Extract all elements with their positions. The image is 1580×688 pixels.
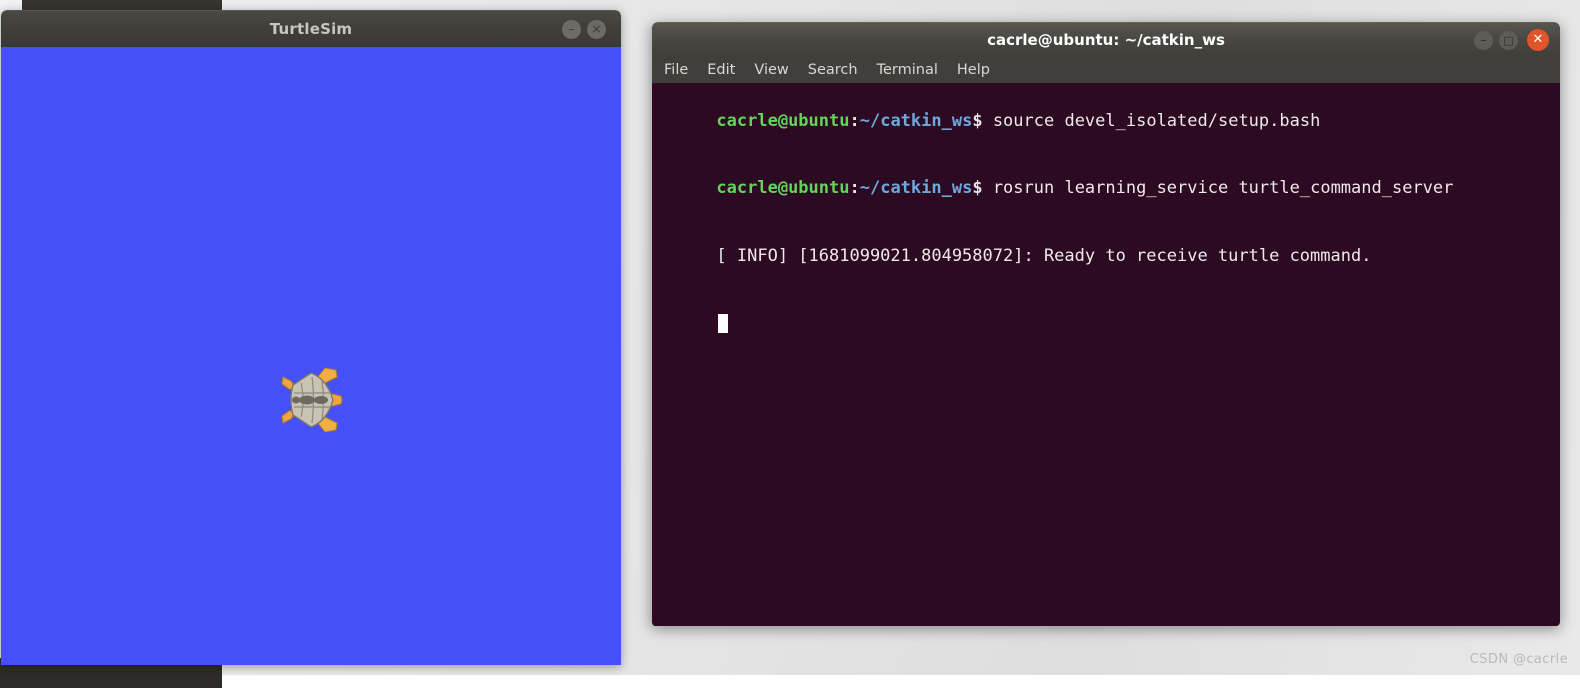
turtle-sprite	[281, 367, 343, 433]
prompt-path: ~/catkin_ws	[859, 110, 973, 131]
terminal-title: cacrle@ubuntu: ~/catkin_ws	[987, 31, 1225, 49]
menu-item-view[interactable]: View	[746, 60, 796, 80]
terminal-cursor	[718, 313, 729, 333]
prompt-colon: :	[849, 110, 860, 131]
terminal-output-area[interactable]: cacrle@ubuntu:~/catkin_ws$ source devel_…	[652, 83, 1560, 626]
minimize-icon[interactable]: –	[562, 20, 581, 39]
terminal-line	[655, 290, 1560, 358]
prompt-dollar: $	[972, 110, 983, 131]
terminal-command-text: source devel_isolated/setup.bash	[982, 110, 1321, 131]
minimize-icon[interactable]: –	[1474, 31, 1493, 50]
prompt-colon: :	[849, 178, 860, 198]
menu-item-terminal[interactable]: Terminal	[869, 60, 946, 80]
menu-item-edit[interactable]: Edit	[699, 60, 743, 80]
turtlesim-canvas[interactable]	[1, 47, 621, 665]
maximize-icon[interactable]: □	[1499, 31, 1518, 50]
turtlesim-title: TurtleSim	[269, 20, 353, 38]
terminal-info-text: [ INFO] [1681099021.804958072]: Ready to…	[716, 245, 1372, 266]
close-icon[interactable]: ✕	[1527, 29, 1549, 51]
menu-item-search[interactable]: Search	[800, 60, 866, 80]
menu-item-file[interactable]: File	[656, 60, 696, 80]
turtlesim-window[interactable]: TurtleSim – ×	[1, 10, 621, 665]
terminal-window[interactable]: cacrle@ubuntu: ~/catkin_ws – □ ✕ File Ed…	[651, 22, 1560, 626]
menu-item-help[interactable]: Help	[949, 60, 998, 80]
prompt-path: ~/catkin_ws	[859, 178, 973, 198]
terminal-command-text: rosrun learning_service turtle_command_s…	[982, 178, 1454, 198]
terminal-line: cacrle@ubuntu:~/catkin_ws$ source devel_…	[655, 87, 1560, 155]
prompt-user-host: cacrle@ubuntu	[716, 110, 850, 131]
terminal-line: cacrle@ubuntu:~/catkin_ws$ rosrun learni…	[655, 155, 1560, 223]
prompt-dollar: $	[972, 178, 983, 198]
terminal-line: [ INFO] [1681099021.804958072]: Ready to…	[655, 222, 1560, 290]
close-icon[interactable]: ×	[587, 20, 606, 39]
watermark: CSDN @cacrle	[1469, 652, 1568, 667]
terminal-titlebar[interactable]: cacrle@ubuntu: ~/catkin_ws – □ ✕	[652, 22, 1560, 57]
prompt-user-host: cacrle@ubuntu	[716, 178, 850, 198]
terminal-menubar: File Edit View Search Terminal Help	[652, 57, 1560, 83]
turtlesim-titlebar[interactable]: TurtleSim – ×	[1, 10, 621, 47]
